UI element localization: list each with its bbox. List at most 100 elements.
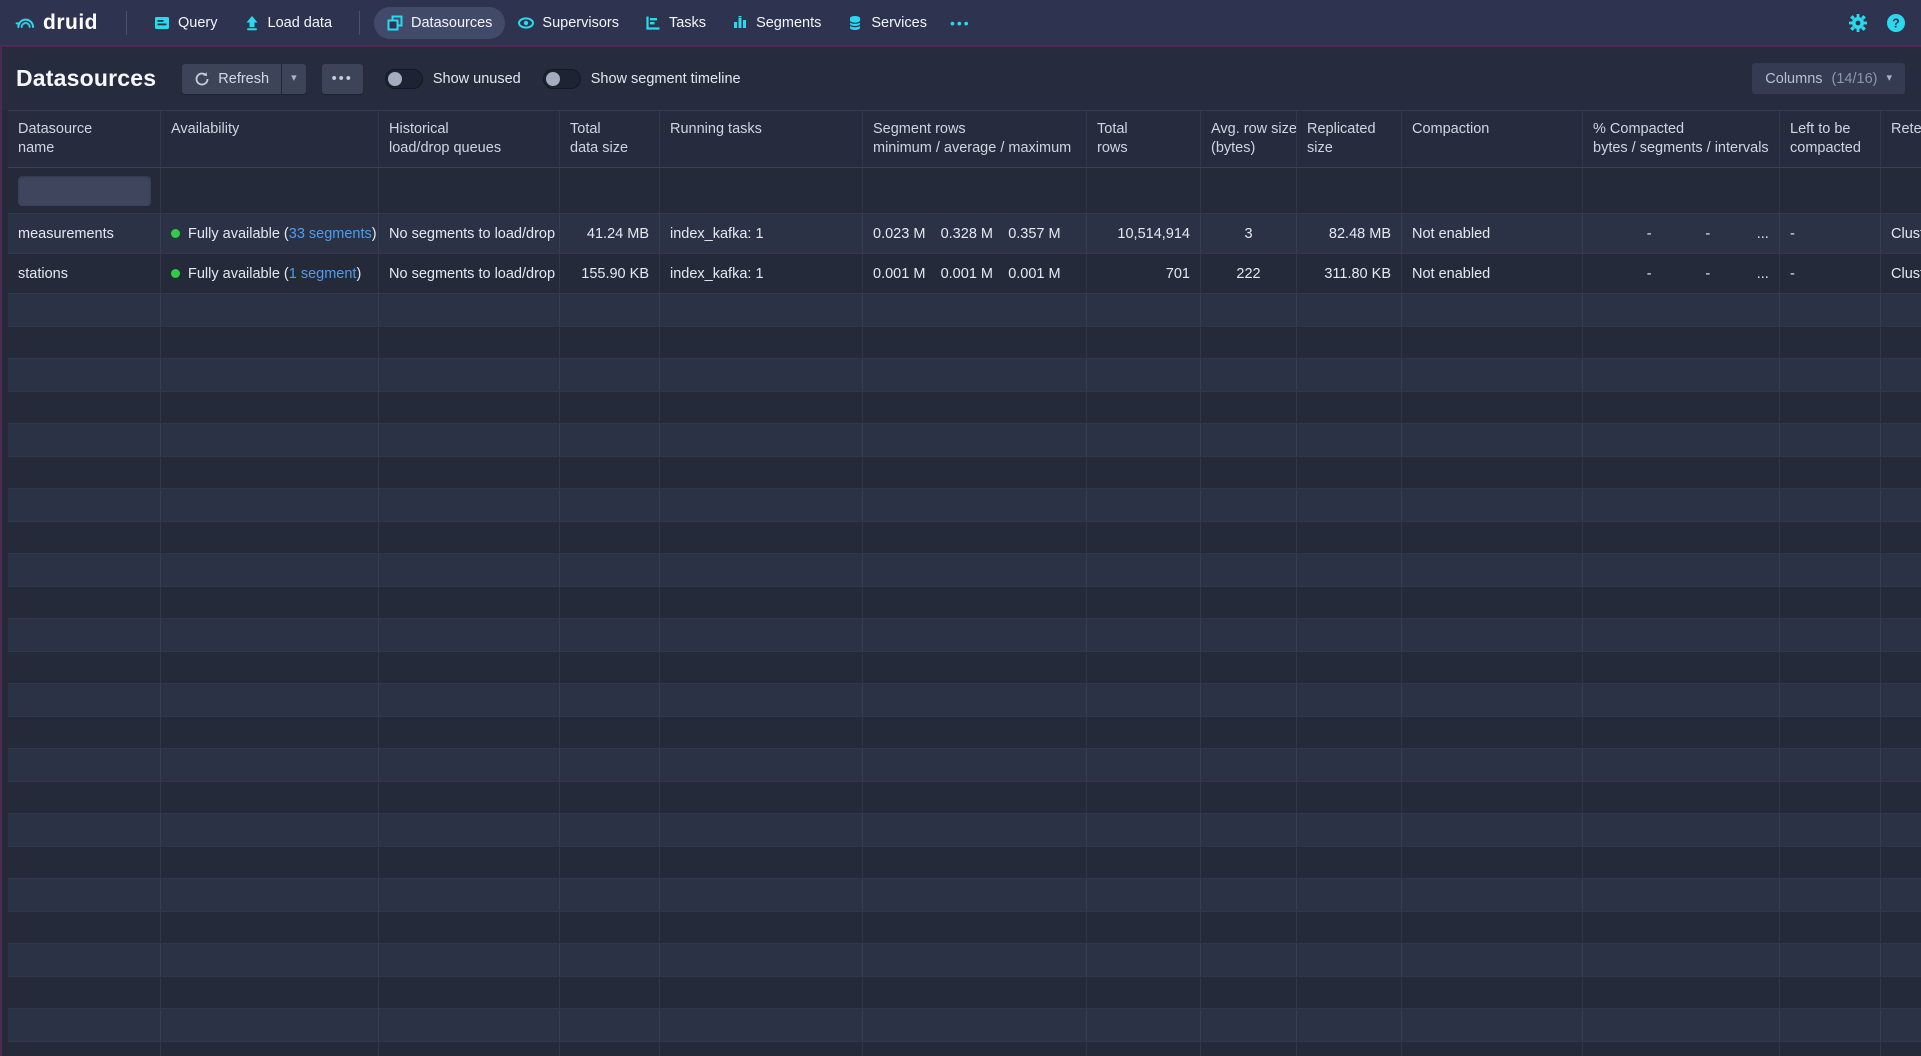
- table-row[interactable]: measurements Fully available (33 segment…: [8, 214, 1921, 254]
- empty-row: [8, 294, 1921, 327]
- toolbar-more-button[interactable]: •••: [322, 64, 363, 94]
- running-tasks-cell: index_kafka: 1: [660, 254, 863, 293]
- druid-logo-icon: [15, 13, 35, 33]
- nav-item-datasources[interactable]: Datasources: [374, 7, 505, 39]
- nav-item-services[interactable]: Services: [834, 7, 940, 39]
- nav-more-button[interactable]: •••: [940, 7, 981, 39]
- columns-label: Columns: [1765, 71, 1822, 87]
- empty-row: [8, 912, 1921, 945]
- nav-item-label: Services: [871, 15, 927, 31]
- replicated-size-cell: 311.80 KB: [1297, 254, 1402, 293]
- supervisors-icon: [518, 15, 534, 31]
- toggle-knob: [388, 72, 402, 86]
- toggle-track: [543, 69, 581, 89]
- toggle-label: Show segment timeline: [591, 71, 741, 87]
- replicated-size-cell: 82.48 MB: [1297, 214, 1402, 253]
- col-header-avg-row-size[interactable]: Avg. row size(bytes): [1201, 111, 1297, 167]
- col-header-total-data-size[interactable]: Totaldata size: [560, 111, 660, 167]
- columns-count: (14/16): [1832, 71, 1878, 87]
- col-header-retention[interactable]: Retention: [1881, 111, 1921, 167]
- datasource-name-cell: stations: [8, 254, 161, 293]
- empty-row: [8, 489, 1921, 522]
- empty-row: [8, 587, 1921, 620]
- table-row[interactable]: stations Fully available (1 segment) No …: [8, 254, 1921, 294]
- compaction-cell: Not enabled: [1402, 214, 1583, 253]
- compaction-cell: Not enabled: [1402, 254, 1583, 293]
- empty-row: [8, 619, 1921, 652]
- nav-item-tasks[interactable]: Tasks: [632, 7, 719, 39]
- col-header-replicated-size[interactable]: Replicatedsize: [1297, 111, 1402, 167]
- refresh-button[interactable]: Refresh: [182, 64, 281, 94]
- nav-item-load-data[interactable]: Load data: [231, 7, 346, 39]
- total-rows-cell: 10,514,914: [1087, 214, 1201, 253]
- empty-row: [8, 359, 1921, 392]
- col-header-datasource-name[interactable]: Datasourcename: [8, 111, 161, 167]
- col-header-left-to-be-compacted[interactable]: Left to becompacted: [1780, 111, 1881, 167]
- empty-row: [8, 944, 1921, 977]
- left-to-be-compacted-cell: -: [1780, 254, 1881, 293]
- col-header-segment-rows[interactable]: Segment rowsminimum / average / maximum: [863, 111, 1087, 167]
- col-header-running-tasks[interactable]: Running tasks: [660, 111, 863, 167]
- col-header-compaction[interactable]: Compaction: [1402, 111, 1583, 167]
- nav-item-label: Segments: [756, 15, 821, 31]
- total-data-size-cell: 41.24 MB: [560, 214, 660, 253]
- segments-link[interactable]: 1 segment: [289, 266, 357, 282]
- segments-icon: [732, 15, 748, 31]
- load-drop-cell: No segments to load/drop: [379, 214, 560, 253]
- empty-row: [8, 977, 1921, 1010]
- col-header-total-rows[interactable]: Totalrows: [1087, 111, 1201, 167]
- nav-item-label: Query: [178, 15, 218, 31]
- chevron-down-icon: ▾: [291, 73, 297, 84]
- segments-link[interactable]: 33 segments: [289, 226, 372, 242]
- show-unused-toggle[interactable]: Show unused: [385, 69, 521, 89]
- toggle-knob: [546, 72, 560, 86]
- toggle-track: [385, 69, 423, 89]
- segment-rows-cell: 0.023 M0.328 M0.357 M: [863, 214, 1087, 253]
- nav-separator: [126, 11, 127, 35]
- empty-row: [8, 392, 1921, 425]
- refresh-icon: [194, 71, 210, 87]
- col-header-availability[interactable]: Availability: [161, 111, 379, 167]
- total-data-size-cell: 155.90 KB: [560, 254, 660, 293]
- help-icon[interactable]: ?: [1886, 13, 1906, 33]
- empty-row: [8, 1009, 1921, 1042]
- empty-row: [8, 847, 1921, 880]
- more-icon: •••: [332, 71, 353, 87]
- load-drop-cell: No segments to load/drop: [379, 254, 560, 293]
- col-header-pct-compacted[interactable]: % Compactedbytes / segments / intervals: [1583, 111, 1780, 167]
- refresh-split-button: Refresh ▾: [182, 64, 305, 94]
- gear-icon[interactable]: [1848, 13, 1868, 33]
- filter-row: [8, 168, 1921, 214]
- empty-row: [8, 717, 1921, 750]
- datasource-name-filter[interactable]: [18, 176, 151, 206]
- col-header-historical-queues[interactable]: Historicalload/drop queues: [379, 111, 560, 167]
- nav-item-segments[interactable]: Segments: [719, 7, 834, 39]
- empty-row: [8, 749, 1921, 782]
- datasources-icon: [387, 15, 403, 31]
- datasources-table: Datasourcename Availability Historicallo…: [8, 110, 1921, 1056]
- availability-cell: Fully available (33 segments): [161, 214, 379, 253]
- empty-row: [8, 554, 1921, 587]
- refresh-label: Refresh: [218, 71, 269, 87]
- columns-button[interactable]: Columns (14/16) ▾: [1752, 63, 1905, 94]
- empty-row: [8, 457, 1921, 490]
- empty-row: [8, 327, 1921, 360]
- logo-text: druid: [43, 11, 98, 35]
- nav-item-label: Load data: [268, 15, 333, 31]
- nav-item-query[interactable]: Query: [141, 7, 231, 39]
- empty-row: [8, 424, 1921, 457]
- empty-row: [8, 782, 1921, 815]
- empty-row: [8, 684, 1921, 717]
- pct-compacted-cell: --...: [1583, 254, 1780, 293]
- pct-compacted-cell: --...: [1583, 214, 1780, 253]
- show-segment-timeline-toggle[interactable]: Show segment timeline: [543, 69, 741, 89]
- nav-item-supervisors[interactable]: Supervisors: [505, 7, 632, 39]
- more-icon: •••: [950, 15, 971, 31]
- empty-row: [8, 522, 1921, 555]
- availability-cell: Fully available (1 segment): [161, 254, 379, 293]
- nav-separator: [359, 11, 360, 35]
- refresh-caret-button[interactable]: ▾: [282, 64, 306, 94]
- empty-row: [8, 879, 1921, 912]
- druid-logo[interactable]: druid: [15, 11, 98, 35]
- empty-row: [8, 814, 1921, 847]
